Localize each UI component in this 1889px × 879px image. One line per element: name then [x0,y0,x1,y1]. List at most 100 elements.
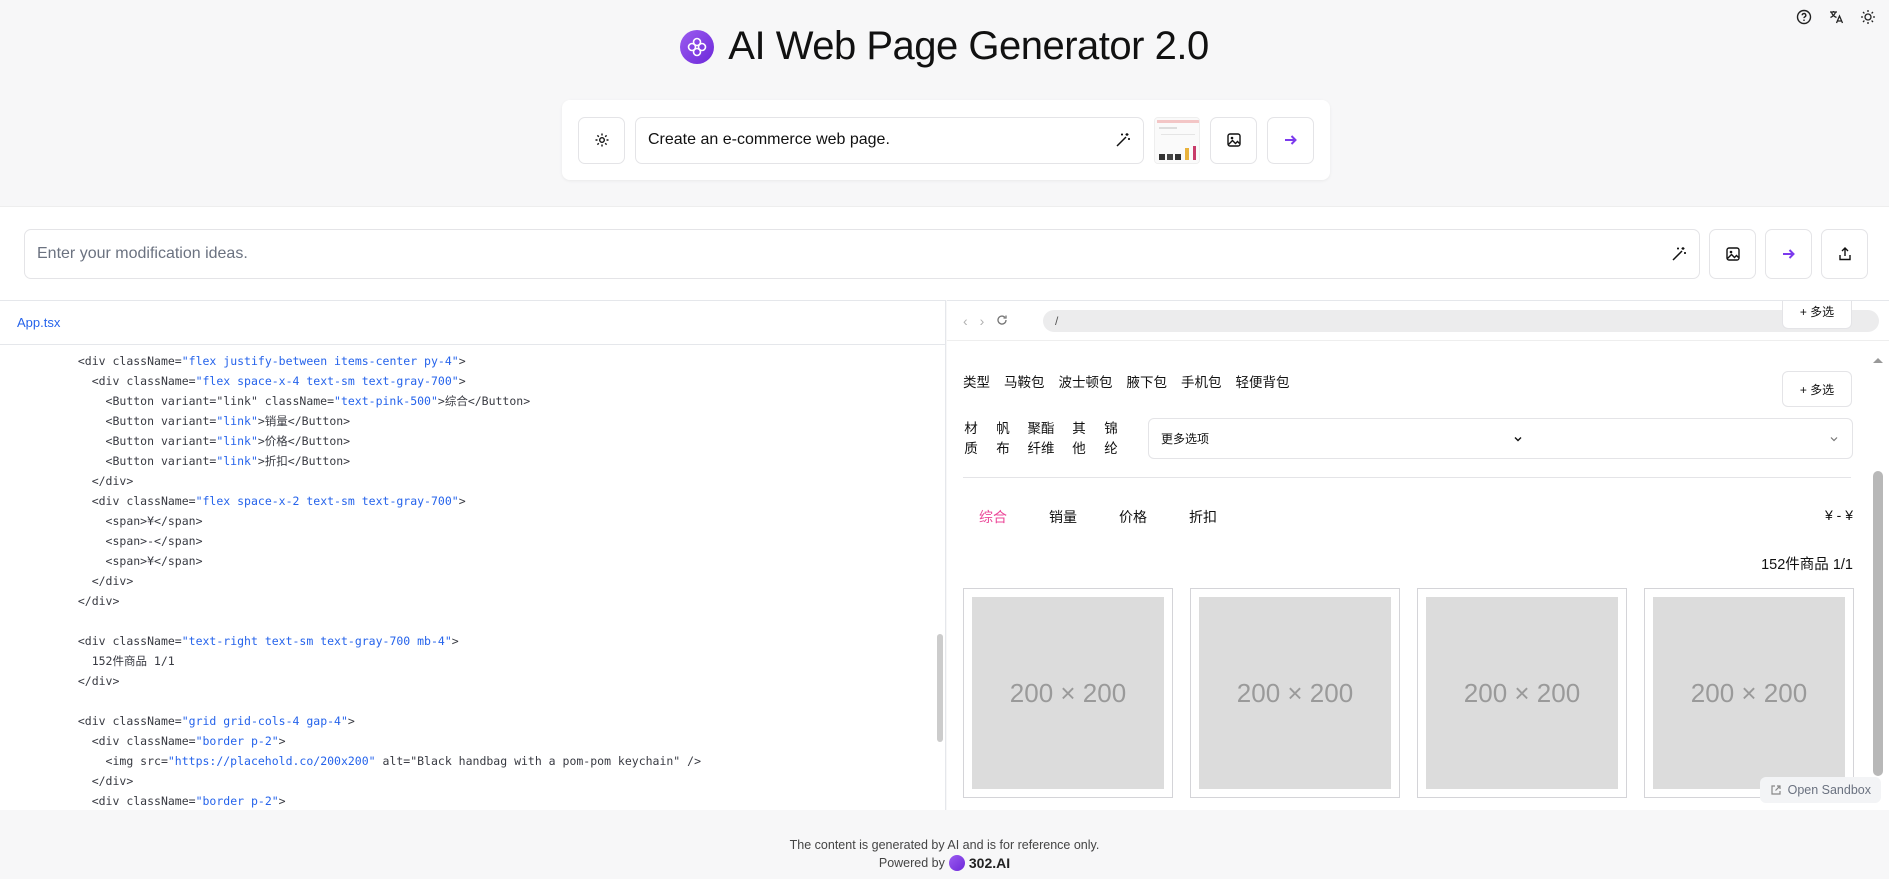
powered-by-label: Powered by [878,856,945,870]
code-line: 152件商品 1/1 [91,654,175,668]
code-line: <div className="flex justify-between ite… [77,354,466,368]
prompt-value: Create an e-commerce web page. [648,131,890,148]
type-option[interactable]: 轻便背包 [1236,371,1290,391]
code-line: </div> [91,474,134,488]
product-image-placeholder: 200 × 200 [1199,597,1391,789]
code-line: <span>¥</span> [105,554,203,568]
material-option[interactable]: 锦 纶 [1103,419,1119,459]
app-header: AI Web Page Generator 2.0 [0,24,1889,69]
upload-image-button[interactable] [1210,116,1257,164]
editor-scrollbar[interactable] [937,634,943,742]
share-button[interactable] [1821,229,1868,279]
material-option[interactable]: 其 他 [1071,419,1087,459]
preview-url-field[interactable]: / [1043,310,1879,332]
modification-input[interactable]: Enter your modification ideas. [24,229,1700,279]
image-icon [1725,247,1740,261]
magic-wand-icon[interactable] [1671,246,1687,262]
external-link-icon [1770,785,1781,795]
arrow-right-icon [1782,249,1795,259]
open-sandbox-button[interactable]: Open Sandbox [1759,777,1881,803]
modify-upload-image-button[interactable] [1709,229,1756,279]
refresh-icon[interactable] [996,313,1008,329]
material-option[interactable]: 帆 布 [995,419,1011,459]
brand-logo-icon [948,855,965,871]
preview-browser-bar: ‹ › / [947,301,1889,341]
code-line: <div className="grid grid-cols-4 gap-4"> [77,714,355,728]
reference-image-thumbnail[interactable] [1154,116,1200,164]
type-option[interactable]: 波士顿包 [1059,371,1113,391]
modification-actions [1709,229,1868,279]
type-option[interactable]: 马鞍包 [1004,371,1045,391]
generator-card: Create an e-commerce web page. [562,100,1330,180]
generate-button[interactable] [1267,116,1314,164]
code-line: <div className="flex space-x-4 text-sm t… [91,374,466,388]
material-option[interactable]: 聚酯 纤维 [1027,419,1055,459]
modification-bar: Enter your modification ideas. [0,206,1889,300]
open-sandbox-label: Open Sandbox [1787,783,1871,797]
sort-price[interactable]: 价格 [1119,507,1147,527]
footer: The content is generated by AI and is fo… [0,836,1889,872]
code-editor: App.tsx <div className="flex justify-bet… [0,300,946,810]
code-line: <div className="border p-2"> [91,734,286,748]
preview-pane: ‹ › / + 多选 类型 马鞍包 波士顿包 腋下包 手机包 轻便背包 + 多选… [947,300,1889,810]
product-image-placeholder: 200 × 200 [1426,597,1618,789]
code-line: <Button variant="link">销量</Button> [105,414,351,428]
image-icon [1226,133,1241,147]
forward-icon[interactable]: › [980,313,985,329]
code-line: <div className="border p-2"> [91,794,286,808]
footer-disclaimer: The content is generated by AI and is fo… [789,838,1100,852]
code-line: <Button variant="link">折扣</Button> [105,454,351,468]
share-upload-icon [1838,247,1851,261]
sort-tabs: 综合 销量 价格 折扣 [979,507,1217,527]
type-option[interactable]: 腋下包 [1127,371,1168,391]
back-icon[interactable]: ‹ [963,313,968,329]
multi-select-button[interactable]: + 多选 [1782,371,1852,407]
type-option[interactable]: 手机包 [1181,371,1222,391]
product-card[interactable]: 200 × 200 [1190,588,1400,798]
settings-button[interactable] [578,116,625,164]
chevron-down-icon [1514,437,1522,442]
price-range: ¥ - ¥ [1824,507,1853,523]
sort-sales[interactable]: 销量 [1049,507,1077,527]
multi-select-button-top[interactable]: + 多选 [1782,301,1852,329]
file-tab-app-tsx[interactable]: App.tsx [17,315,60,330]
type-label: 类型 [963,375,990,390]
chevron-down-icon [1830,437,1838,442]
code-line: <Button variant="link">价格</Button> [105,434,351,448]
more-options-value: 更多选项 [1161,432,1210,446]
brand-link[interactable]: 302.AI [969,854,1010,872]
code-line: <Button variant="link" className="text-p… [105,394,531,408]
code-line: </div> [77,594,120,608]
material-filter-row: 材 质 帆 布 聚酯 纤维 其 他 锦 纶 [963,419,1119,459]
product-card[interactable]: 200 × 200 [1644,588,1854,798]
scroll-up-icon[interactable] [1871,355,1885,365]
code-line: </div> [77,674,120,688]
code-line: <span>¥</span> [105,514,203,528]
modify-submit-button[interactable] [1765,229,1812,279]
type-filter-row: 类型 马鞍包 波士顿包 腋下包 手机包 轻便背包 [963,371,1290,391]
code-line: </div> [91,774,134,788]
product-grid: 200 × 200 200 × 200 200 × 200 200 × 200 [963,588,1854,798]
sort-comprehensive[interactable]: 综合 [979,507,1007,527]
sort-discount[interactable]: 折扣 [1189,507,1217,527]
more-options-select[interactable]: 更多选项 [1148,418,1853,459]
filter-divider [963,477,1851,478]
product-card[interactable]: 200 × 200 [963,588,1173,798]
editor-tab-bar: App.tsx [0,301,945,345]
product-card[interactable]: 200 × 200 [1417,588,1627,798]
magic-wand-icon[interactable] [1115,132,1131,148]
powered-by: Powered by 302.AI [879,854,1010,872]
product-count: 152件商品 1/1 [1761,557,1853,573]
arrow-right-icon [1284,135,1297,145]
code-content[interactable]: <div className="flex justify-between ite… [0,345,945,811]
code-line: <span>-</span> [105,534,203,548]
modification-placeholder: Enter your modification ideas. [37,245,248,262]
preview-scrollbar[interactable] [1873,471,1883,776]
prompt-input[interactable]: Create an e-commerce web page. [635,116,1144,164]
material-label: 材 质 [964,421,978,456]
product-image-placeholder: 200 × 200 [972,597,1164,789]
code-line: <div className="text-right text-sm text-… [77,634,459,648]
app-logo-icon [680,29,715,64]
